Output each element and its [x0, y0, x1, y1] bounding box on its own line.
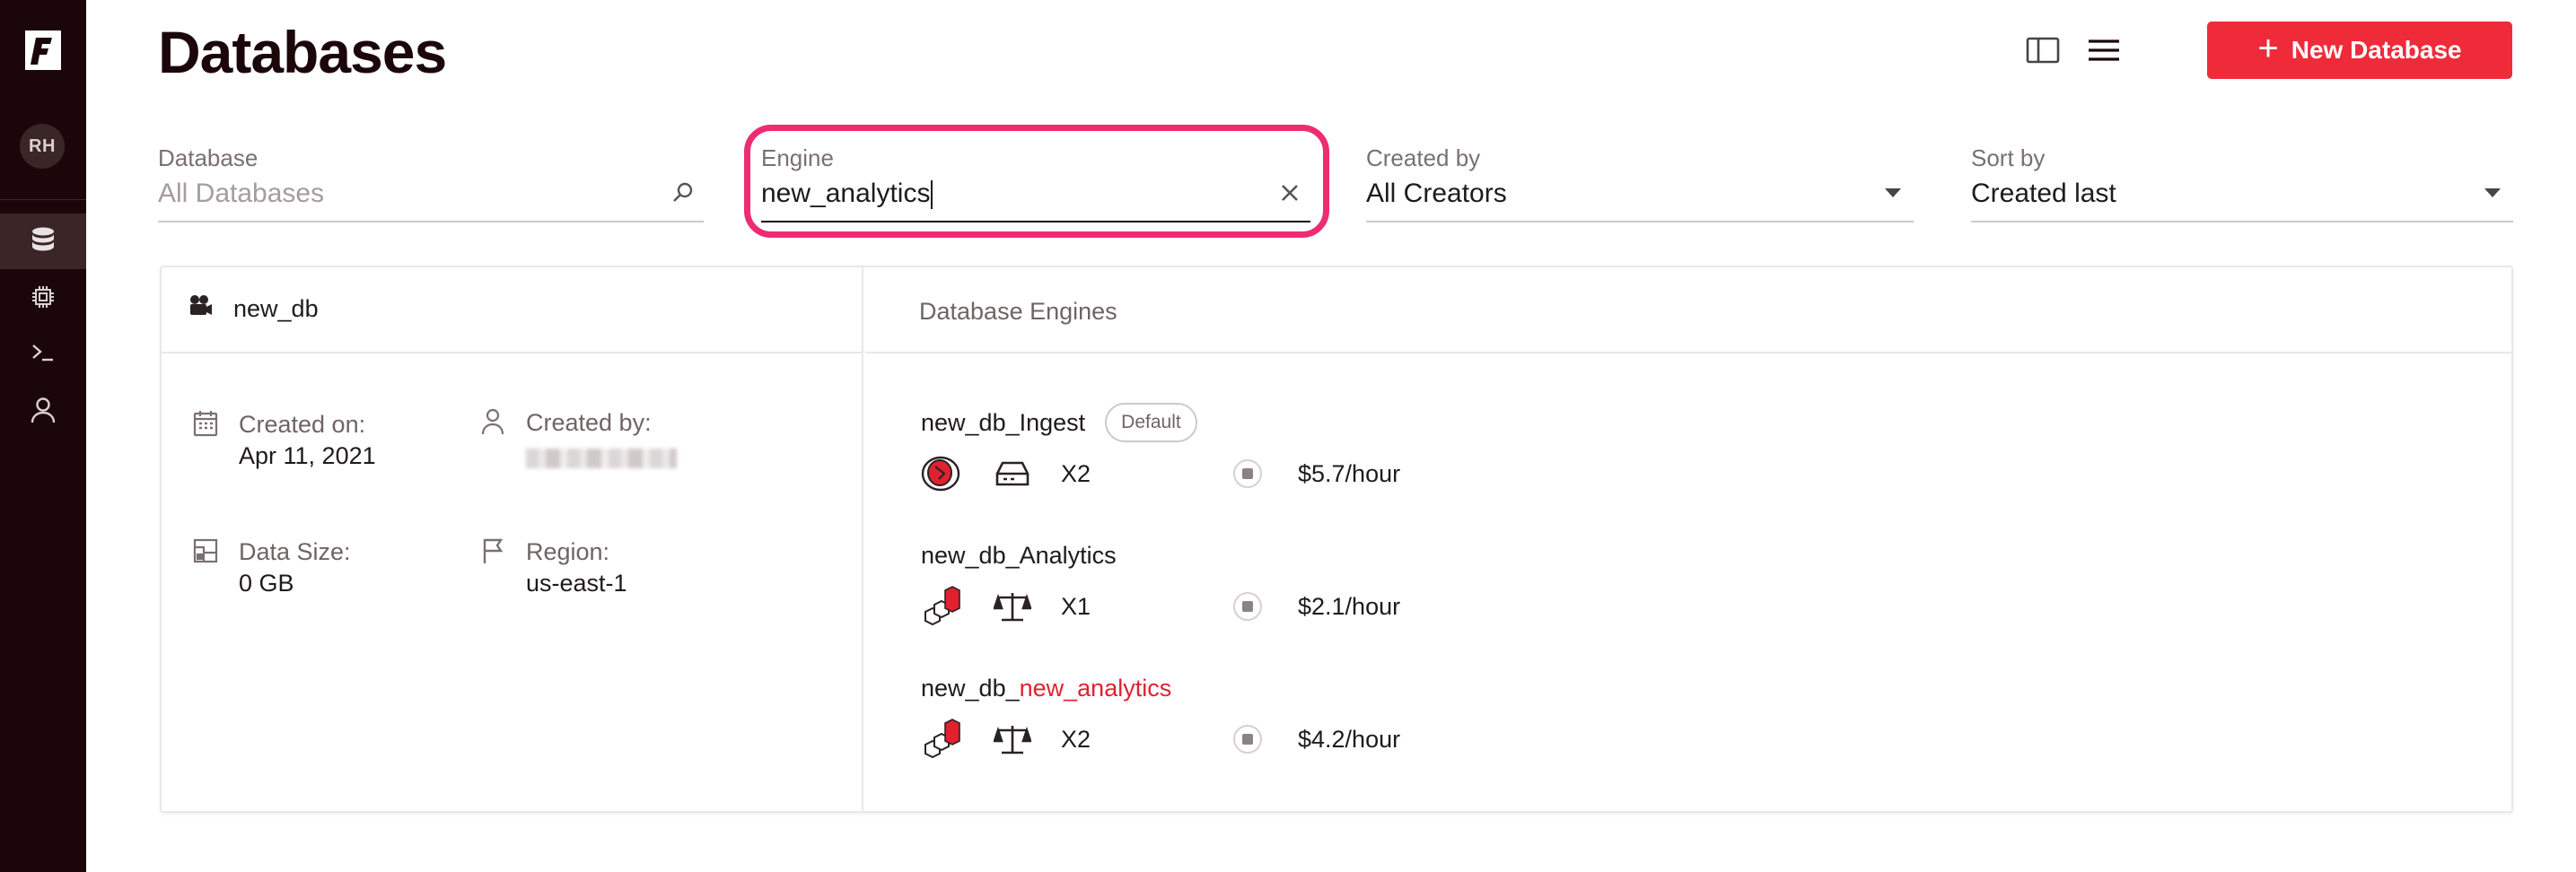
engine-name[interactable]: new_db_Ingest — [921, 409, 1085, 437]
balanced-scale-icon — [991, 718, 1034, 761]
sort-by-filter-underline — [1971, 221, 2513, 222]
user-avatar[interactable]: RH — [20, 124, 65, 169]
engine-price: $2.1/hour — [1298, 592, 1401, 620]
engine-specs-row: X2 $4.2/hour — [921, 714, 1400, 764]
database-type-icon — [188, 294, 214, 324]
data-size-label: Data Size: — [239, 538, 351, 565]
sort-by-filter[interactable]: Sort by Created last — [1971, 144, 2513, 222]
page-title: Databases — [158, 19, 447, 85]
sidebar-item-users[interactable] — [0, 384, 86, 440]
ingest-engine-icon — [921, 452, 964, 495]
engine-filter[interactable]: Engine new_analytics — [761, 144, 1310, 222]
sort-by-select[interactable]: Created last — [1971, 176, 2513, 212]
created-on-value: Apr 11, 2021 — [239, 442, 376, 469]
engine-name[interactable]: new_db_Analytics — [921, 542, 1117, 570]
balanced-scale-icon — [991, 585, 1034, 628]
storage-drive-icon — [991, 452, 1034, 495]
list-view-icon — [2087, 38, 2121, 67]
database-name[interactable]: new_db — [233, 295, 319, 323]
node-count: X2 — [1061, 725, 1091, 753]
engine-price: $5.7/hour — [1298, 459, 1401, 487]
engine-name-row: new_db_new_analytics — [921, 667, 1171, 709]
data-size-value: 0 GB — [239, 570, 294, 597]
created-by-meta: Created by: — [479, 407, 677, 468]
default-badge: Default — [1105, 403, 1197, 442]
created-by-filter-underline — [1366, 221, 1914, 222]
database-filter-label: Database — [158, 144, 258, 171]
engines-panel-title: Database Engines — [919, 298, 1117, 325]
engine-price: $4.2/hour — [1298, 725, 1401, 753]
sidebar-item-sql[interactable] — [0, 327, 86, 382]
engine-name[interactable]: new_db_new_analytics — [921, 675, 1171, 702]
engine-filter-input[interactable]: new_analytics — [761, 176, 1310, 212]
clear-icon[interactable] — [1276, 179, 1303, 206]
engine-name-row: new_db_Ingest Default — [921, 402, 1197, 443]
text-cursor — [931, 180, 933, 210]
created-by-label: Created by: — [526, 409, 652, 436]
chevron-down-icon[interactable] — [2479, 179, 2506, 206]
created-on-label: Created on: — [239, 411, 366, 438]
split-view-toggle[interactable] — [2023, 32, 2063, 72]
sidebar-divider — [0, 199, 86, 200]
engine-specs-row: X2 $5.7/hour — [921, 449, 1400, 499]
database-card-header: new_db — [162, 267, 862, 353]
region-value: us-east-1 — [526, 570, 627, 597]
split-view-icon — [2026, 36, 2060, 69]
terminal-icon — [30, 339, 57, 371]
created-by-select[interactable]: All Creators — [1366, 176, 1914, 212]
chip-icon — [30, 283, 57, 315]
list-view-toggle[interactable] — [2084, 32, 2124, 72]
search-icon[interactable] — [670, 179, 697, 206]
engine-name-row: new_db_Analytics — [921, 535, 1117, 576]
new-database-button[interactable]: + New Database — [2207, 22, 2512, 79]
plus-icon: + — [2257, 29, 2279, 68]
database-details-panel: new_db Created on: Apr 11, 2021 Created … — [162, 267, 863, 811]
database-card[interactable]: new_db Created on: Apr 11, 2021 Created … — [160, 266, 2513, 813]
sidebar-item-databases[interactable] — [0, 214, 86, 269]
database-name-row: new_db — [188, 294, 319, 324]
database-filter-input[interactable]: All Databases — [158, 176, 704, 212]
sidebar-item-engines[interactable] — [0, 271, 86, 327]
database-icon — [29, 225, 57, 258]
created-by-filter-label: Created by — [1366, 144, 1481, 171]
engine-filter-underline — [761, 221, 1310, 222]
stopped-status-icon[interactable] — [1233, 725, 1262, 754]
database-engines-panel: Database Engines new_db_Ingest Default X… — [865, 267, 2511, 811]
created-by-filter[interactable]: Created by All Creators — [1366, 144, 1914, 222]
stopped-status-icon[interactable] — [1233, 592, 1262, 621]
analytics-engine-icon — [921, 718, 964, 761]
engine-specs-row: X1 $2.1/hour — [921, 581, 1400, 632]
created-on-meta: Created on: Apr 11, 2021 — [192, 409, 376, 472]
stopped-status-icon[interactable] — [1233, 459, 1262, 488]
region-meta: Region: us-east-1 — [479, 536, 627, 599]
engine-name-search-match: new_analytics — [1019, 674, 1172, 702]
analytics-engine-icon — [921, 585, 964, 628]
sort-by-filter-label: Sort by — [1971, 144, 2046, 171]
new-database-button-label: New Database — [2291, 36, 2462, 64]
firebolt-logo[interactable] — [18, 23, 68, 77]
calendar-icon — [192, 409, 219, 472]
database-filter-underline — [158, 221, 704, 222]
user-icon — [479, 407, 506, 468]
storage-icon — [192, 536, 219, 599]
engine-filter-value: new_analytics — [761, 179, 931, 208]
data-size-meta: Data Size: 0 GB — [192, 536, 351, 599]
engine-item[interactable]: new_db_Analytics X1 $2.1/hour — [921, 535, 1400, 632]
database-filter[interactable]: Database All Databases — [158, 144, 704, 222]
sidebar: RH — [0, 0, 86, 872]
engine-item[interactable]: new_db_Ingest Default X2 $5.7/hour — [921, 402, 1400, 499]
chevron-down-icon[interactable] — [1879, 179, 1906, 206]
engine-name-prefix: new_db_ — [921, 674, 1020, 702]
redacted-creator-name — [526, 449, 677, 468]
engines-panel-header: Database Engines — [865, 267, 2511, 353]
node-count: X2 — [1061, 459, 1091, 487]
region-label: Region: — [526, 538, 610, 565]
engine-item[interactable]: new_db_new_analytics X2 $4.2/hour — [921, 667, 1400, 764]
engine-filter-label: Engine — [761, 144, 834, 171]
flag-icon — [479, 536, 506, 599]
node-count: X1 — [1061, 592, 1091, 620]
user-icon — [30, 396, 57, 429]
